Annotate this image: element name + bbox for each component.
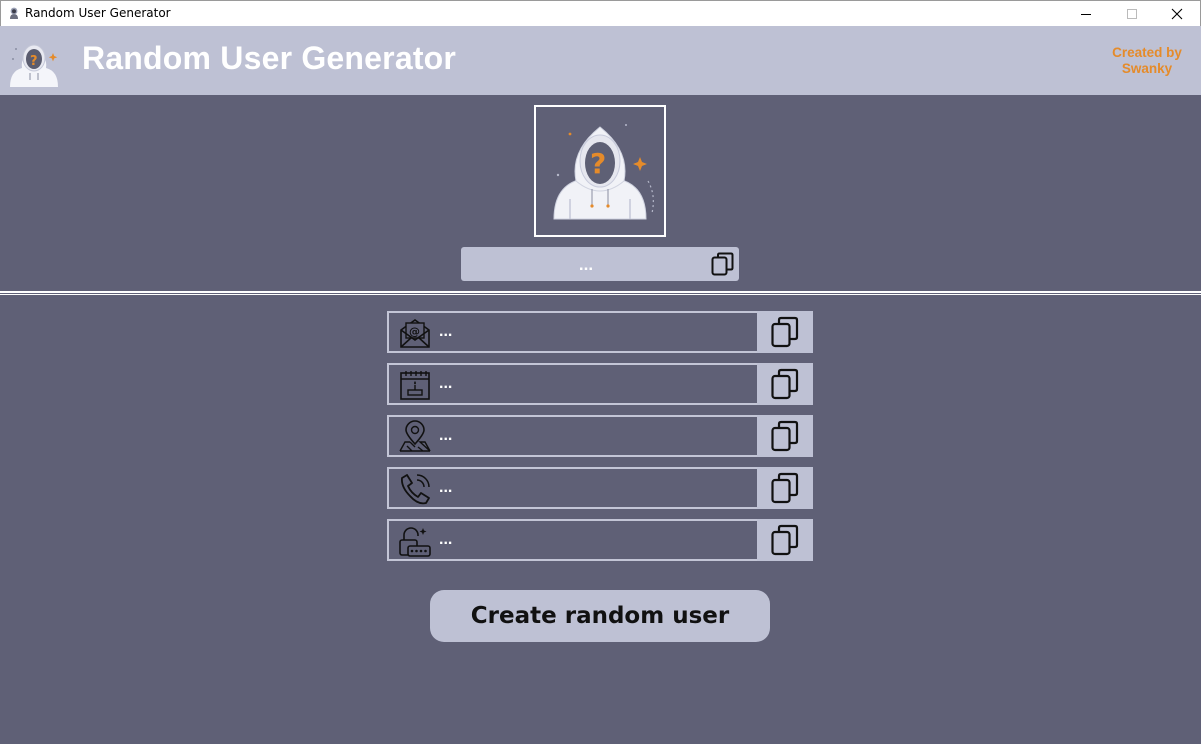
close-icon <box>1171 8 1183 20</box>
phone-icon <box>401 474 430 505</box>
email-field: @ ... <box>387 311 759 353</box>
copy-location-button[interactable] <box>757 415 813 457</box>
credit-line-2: Swanky <box>1121 61 1173 76</box>
copy-icon <box>771 524 799 556</box>
user-avatar: ? <box>534 105 666 237</box>
location-value: ... <box>439 427 453 444</box>
close-button[interactable] <box>1154 1 1200 27</box>
password-field: ... <box>387 519 759 561</box>
map-pin-icon <box>399 420 431 452</box>
create-random-user-button[interactable]: Create random user <box>430 590 770 642</box>
minimize-button[interactable] <box>1063 1 1109 27</box>
name-display: ... <box>461 247 739 281</box>
email-icon: @ <box>400 319 430 348</box>
copy-birthday-button[interactable] <box>757 363 813 405</box>
password-lock-icon <box>399 527 431 557</box>
svg-text:?: ? <box>30 54 38 69</box>
password-value: ... <box>439 531 453 548</box>
name-value: ... <box>578 255 594 274</box>
birthday-field: ... <box>387 363 759 405</box>
copy-icon <box>771 420 799 452</box>
hooded-user-question-icon: ? <box>553 124 654 220</box>
app-title: Random User Generator <box>82 40 457 76</box>
svg-text:?: ? <box>590 147 606 180</box>
maximize-icon <box>1127 9 1137 19</box>
section-divider <box>0 291 1201 295</box>
minimize-icon <box>1081 14 1091 15</box>
window-title-bar: Random User Generator <box>0 0 1201 26</box>
phone-row: ... <box>387 467 813 509</box>
app-icon <box>10 7 18 19</box>
maximize-button[interactable] <box>1109 1 1155 27</box>
copy-icon <box>771 316 799 348</box>
birthday-row: ... <box>387 363 813 405</box>
password-row: ... <box>387 519 813 561</box>
copy-phone-button[interactable] <box>757 467 813 509</box>
calendar-cake-icon <box>400 371 430 400</box>
copy-icon <box>771 368 799 400</box>
hooded-user-icon: ? <box>10 44 58 87</box>
location-row: ... <box>387 415 813 457</box>
email-value: ... <box>439 323 453 340</box>
copy-password-button[interactable] <box>757 519 813 561</box>
copy-icon[interactable] <box>710 250 738 278</box>
copy-icon <box>771 472 799 504</box>
credit-line-1: Created by <box>1112 45 1182 60</box>
author-credit: Created by Swanky <box>1107 45 1187 77</box>
window-title: Random User Generator <box>25 6 171 20</box>
copy-email-button[interactable] <box>757 311 813 353</box>
email-row: @ ... <box>387 311 813 353</box>
app-header: ? Random User Generator Created by Swank… <box>0 26 1201 95</box>
phone-field: ... <box>387 467 759 509</box>
birthday-value: ... <box>439 375 453 392</box>
location-field: ... <box>387 415 759 457</box>
phone-value: ... <box>439 479 453 496</box>
